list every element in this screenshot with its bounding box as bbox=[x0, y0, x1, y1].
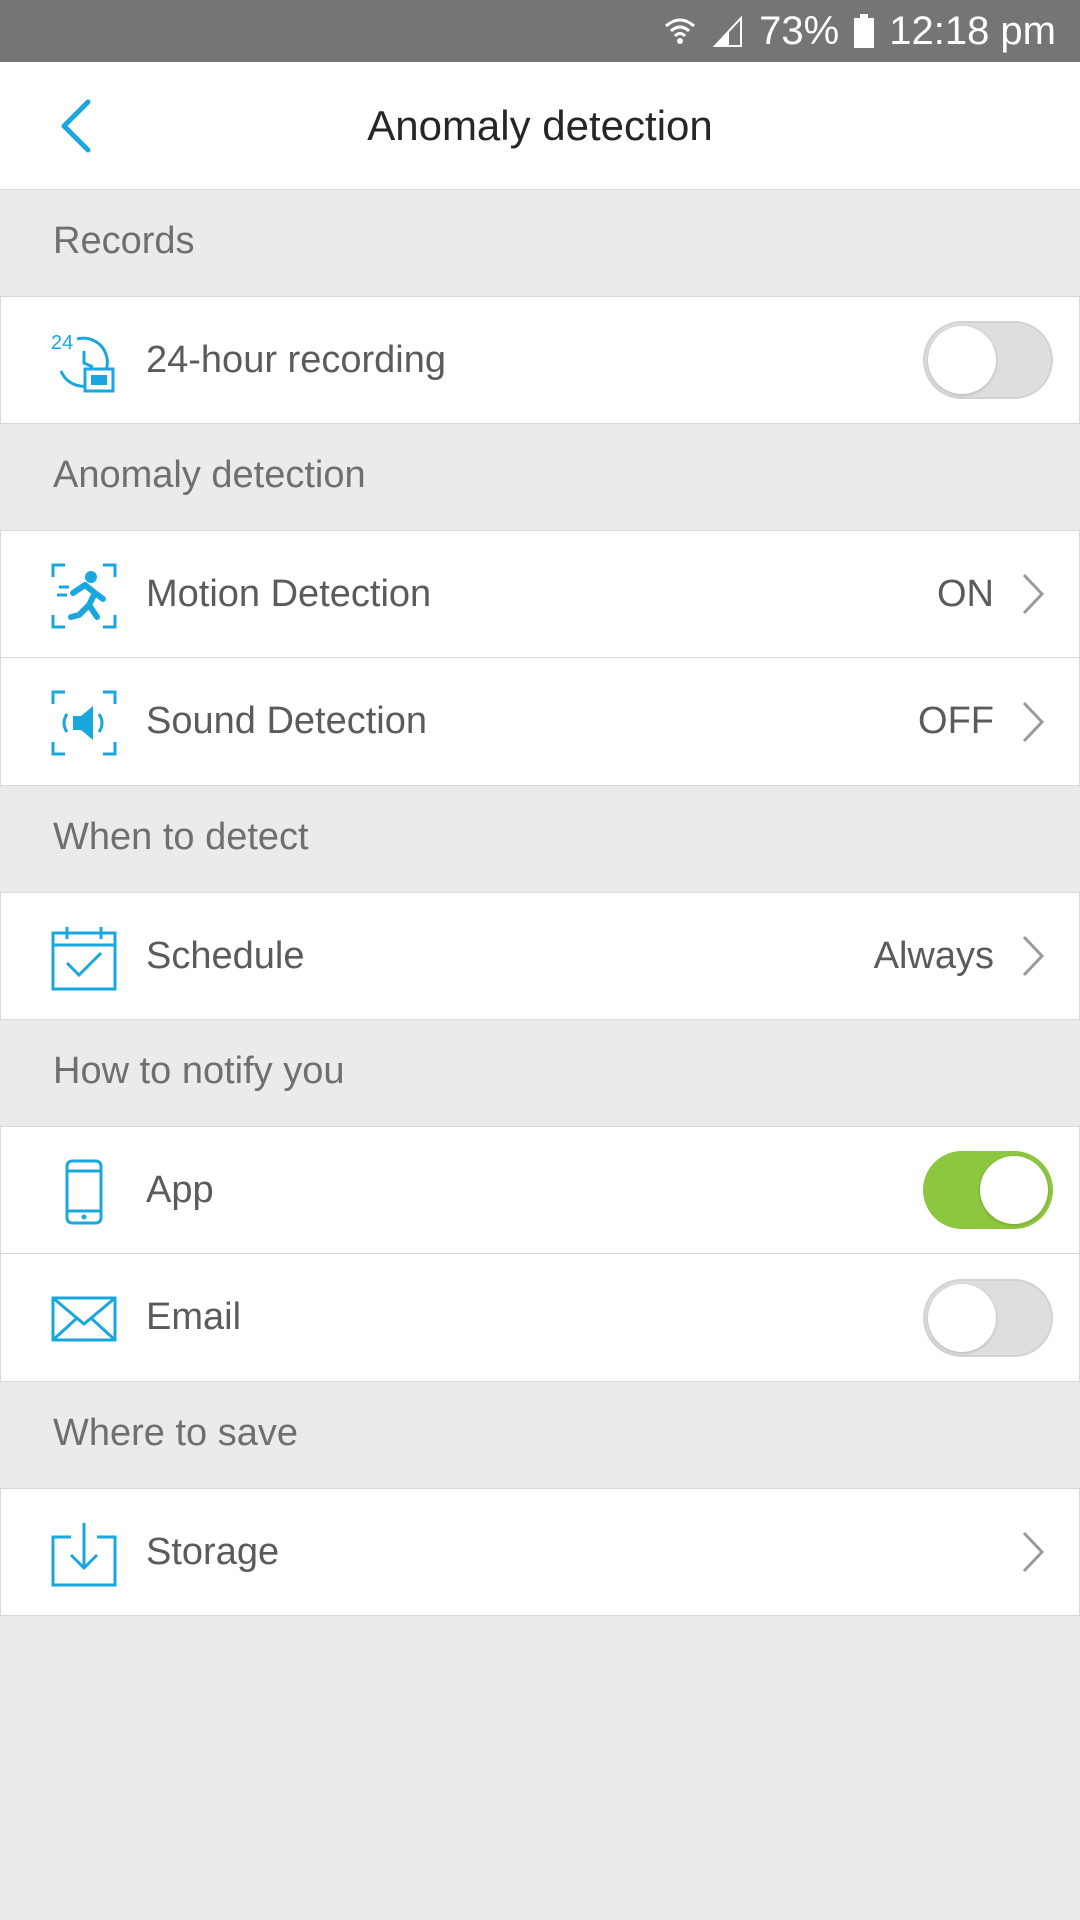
row-motion-detection[interactable]: Motion Detection ON bbox=[0, 530, 1080, 658]
toggle-knob bbox=[980, 1156, 1048, 1224]
calendar-icon bbox=[51, 925, 117, 991]
section-header-how-to-notify: How to notify you bbox=[53, 1050, 345, 1092]
row-label: Schedule bbox=[146, 934, 305, 977]
back-button[interactable] bbox=[46, 94, 106, 158]
row-value: ON bbox=[937, 572, 994, 615]
section-header-anomaly-detection: Anomaly detection bbox=[53, 454, 366, 496]
battery-percent: 73% bbox=[759, 8, 840, 53]
row-24-hour-recording: 24 24-hour recording bbox=[0, 296, 1080, 424]
row-app: App bbox=[0, 1126, 1080, 1254]
chevron-left-icon bbox=[61, 99, 91, 153]
row-label: Motion Detection bbox=[146, 572, 432, 615]
toggle-knob bbox=[928, 1283, 996, 1352]
24-hour-recording-toggle[interactable] bbox=[923, 321, 1053, 399]
row-label: Sound Detection bbox=[146, 700, 427, 742]
sound-detection-icon bbox=[51, 690, 117, 756]
page-title: Anomaly detection bbox=[367, 101, 713, 149]
section-header-where-to-save: Where to save bbox=[53, 1412, 298, 1454]
app-bar: Anomaly detection bbox=[0, 62, 1080, 190]
motion-detection-icon bbox=[51, 563, 117, 629]
toggle-knob bbox=[928, 326, 996, 394]
section-header-records: Records bbox=[53, 220, 195, 262]
status-bar: 73% 12:18 pm bbox=[0, 0, 1080, 62]
row-label: 24-hour recording bbox=[146, 338, 446, 381]
chevron-right-icon bbox=[1019, 1528, 1047, 1576]
clock: 12:18 pm bbox=[889, 8, 1056, 53]
24-hour-recording-icon: 24 bbox=[51, 329, 117, 395]
row-label: Storage bbox=[146, 1530, 280, 1573]
svg-text:24: 24 bbox=[51, 332, 73, 354]
row-label: App bbox=[146, 1168, 214, 1211]
email-notification-toggle[interactable] bbox=[923, 1278, 1053, 1357]
chevron-right-icon bbox=[1019, 698, 1047, 746]
row-label: Email bbox=[146, 1296, 242, 1338]
phone-icon bbox=[51, 1159, 117, 1225]
chevron-right-icon bbox=[1019, 570, 1047, 618]
download-icon bbox=[51, 1521, 117, 1587]
battery-icon bbox=[853, 13, 875, 49]
email-icon bbox=[51, 1286, 117, 1352]
row-storage[interactable]: Storage bbox=[0, 1488, 1080, 1616]
row-value: Always bbox=[873, 934, 994, 977]
wifi-icon bbox=[663, 14, 697, 48]
row-value: OFF bbox=[918, 700, 994, 742]
row-sound-detection[interactable]: Sound Detection OFF bbox=[0, 658, 1080, 786]
signal-icon bbox=[711, 14, 745, 48]
row-email: Email bbox=[0, 1254, 1080, 1382]
app-notification-toggle[interactable] bbox=[923, 1151, 1053, 1229]
row-schedule[interactable]: Schedule Always bbox=[0, 892, 1080, 1020]
chevron-right-icon bbox=[1019, 932, 1047, 980]
section-header-when-to-detect: When to detect bbox=[53, 816, 309, 858]
